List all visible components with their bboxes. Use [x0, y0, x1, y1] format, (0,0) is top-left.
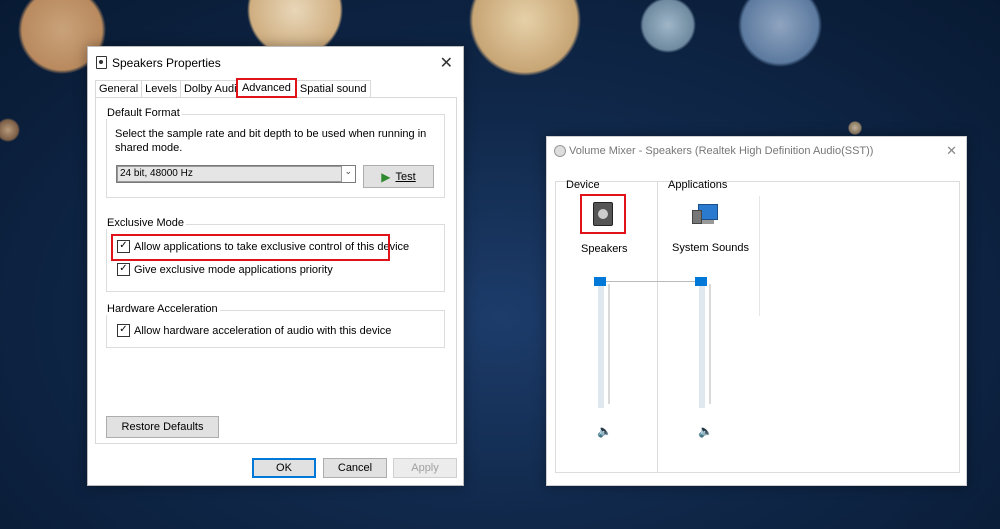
mixer-title-bar[interactable]: Volume Mixer - Speakers (Realtek High De…	[547, 137, 966, 165]
tab-dolby-audio[interactable]: Dolby Audio	[179, 80, 237, 98]
system-sounds-peak-meter	[709, 284, 711, 404]
speakers-peak-meter	[608, 284, 610, 404]
mixer-speaker-icon	[554, 145, 566, 157]
test-button[interactable]: ▶ Test	[363, 165, 434, 188]
close-icon[interactable]: ✕	[440, 53, 453, 73]
allow-hw-acceleration-label: Allow hardware acceleration of audio wit…	[134, 324, 392, 337]
play-icon: ▶	[381, 169, 391, 184]
channel-name-system-sounds: System Sounds	[672, 242, 750, 254]
applications-header: Applications	[668, 179, 728, 191]
tab-strip: General Levels Dolby Audio Advanced Spat…	[95, 78, 371, 98]
allow-hw-acceleration-checkbox[interactable]: ✓	[117, 324, 130, 337]
tab-advanced[interactable]: Advanced	[235, 78, 297, 98]
give-priority-checkbox[interactable]: ✓	[117, 263, 130, 276]
system-sounds-volume-thumb[interactable]	[695, 277, 707, 286]
app-divider	[759, 196, 760, 316]
hardware-acceleration-title: Hardware Acceleration	[105, 303, 220, 315]
speakers-volume-thumb[interactable]	[594, 277, 606, 286]
highlight-exclusive-control	[111, 234, 390, 261]
volume-mixer-window: Volume Mixer - Speakers (Realtek High De…	[546, 136, 967, 486]
mixer-close-icon[interactable]: ✕	[946, 143, 957, 159]
format-select[interactable]: 24 bit, 48000 Hz ⌄	[116, 165, 356, 183]
format-select-value: 24 bit, 48000 Hz	[117, 166, 342, 182]
speaker-device-icon	[593, 202, 613, 226]
system-sounds-volume-slider[interactable]	[699, 280, 705, 408]
title-bar[interactable]: Speakers Properties ✕	[88, 47, 463, 77]
window-title: Speakers Properties	[112, 56, 221, 70]
channel-name-speakers: Speakers	[581, 243, 628, 255]
exclusive-mode-title: Exclusive Mode	[105, 217, 187, 229]
chevron-down-icon[interactable]: ⌄	[344, 166, 352, 177]
default-format-description: Select the sample rate and bit depth to …	[115, 128, 427, 154]
tab-spatial-sound[interactable]: Spatial sound	[295, 80, 371, 98]
cancel-button[interactable]: Cancel	[323, 458, 387, 478]
test-button-label: Test	[395, 170, 416, 183]
advanced-tab-panel: Default Format Select the sample rate an…	[95, 97, 457, 444]
mixer-content: Device Applications Speakers System Soun…	[555, 179, 960, 473]
device-divider	[657, 182, 658, 472]
hardware-acceleration-group: Hardware Acceleration ✓ Allow hardware a…	[105, 303, 445, 348]
default-format-group: Default Format Select the sample rate an…	[105, 107, 445, 198]
speakers-mute-icon[interactable]: 🔈	[597, 424, 612, 438]
link-line	[605, 281, 701, 282]
apply-button[interactable]: Apply	[393, 458, 457, 478]
allow-hw-acceleration-row[interactable]: ✓ Allow hardware acceleration of audio w…	[117, 324, 391, 337]
tab-general[interactable]: General	[95, 80, 143, 98]
default-format-title: Default Format	[105, 107, 182, 119]
system-sounds-mute-icon[interactable]: 🔈	[698, 424, 713, 438]
give-priority-row[interactable]: ✓ Give exclusive mode applications prior…	[117, 263, 333, 276]
tab-dolby-audio-label: Dolby Audio	[183, 83, 237, 95]
device-header: Device	[566, 179, 600, 191]
restore-defaults-button[interactable]: Restore Defaults	[106, 416, 219, 438]
mixer-title: Volume Mixer - Speakers (Realtek High De…	[569, 145, 874, 157]
speakers-properties-window: Speakers Properties ✕ General Levels Dol…	[87, 46, 464, 486]
speakers-volume-slider[interactable]	[598, 280, 604, 408]
ok-button[interactable]: OK	[252, 458, 316, 478]
give-priority-label: Give exclusive mode applications priorit…	[134, 263, 333, 276]
speaker-title-icon	[96, 56, 107, 69]
tab-levels[interactable]: Levels	[141, 80, 181, 98]
speakers-device-button[interactable]	[580, 194, 626, 234]
system-sounds-icon[interactable]	[692, 204, 718, 226]
